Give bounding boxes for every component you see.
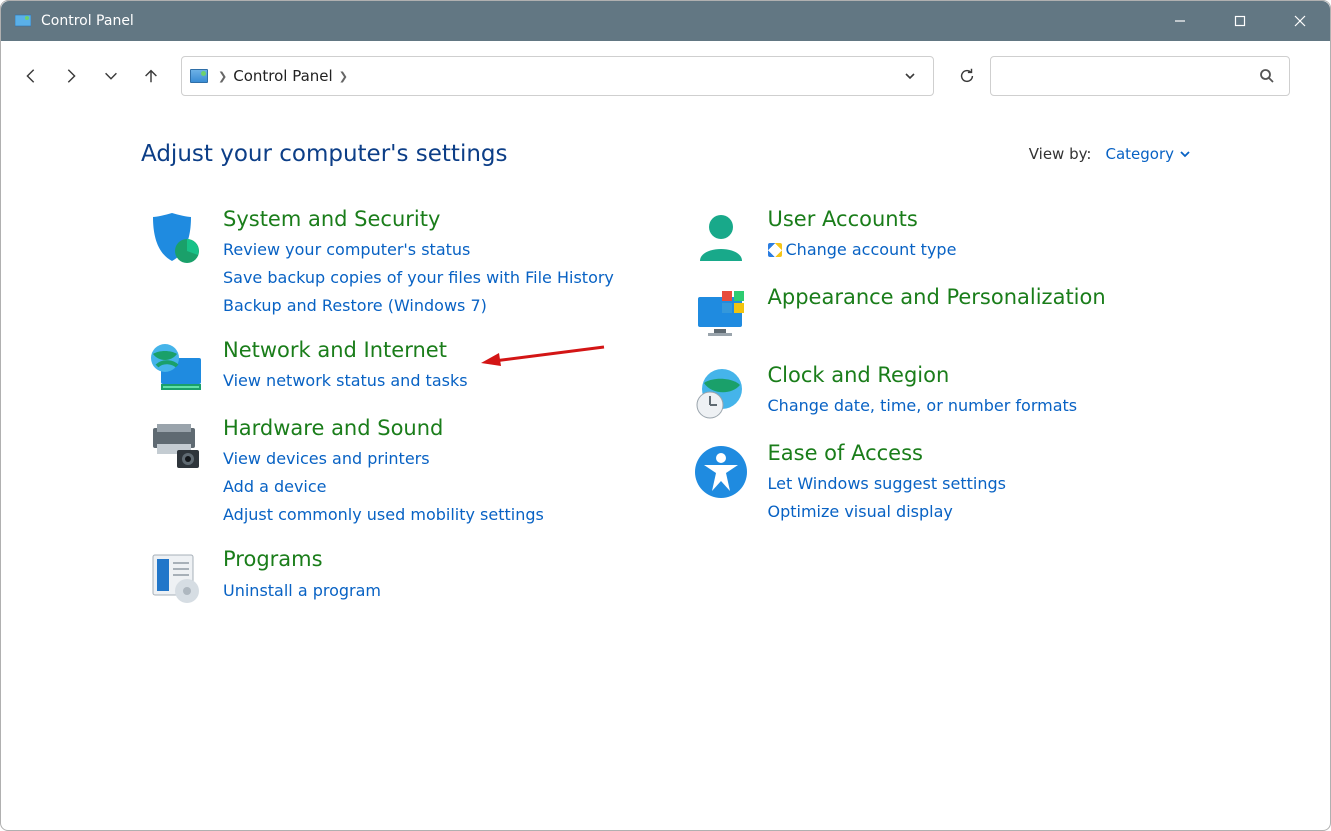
category-title[interactable]: Programs (223, 547, 646, 572)
user-icon (686, 207, 756, 267)
window-title: Control Panel (41, 13, 134, 29)
titlebar: Control Panel (1, 1, 1330, 41)
category-column-left: System and Security Review your computer… (141, 207, 646, 625)
category-clock-and-region: Clock and Region Change date, time, or n… (686, 363, 1191, 423)
category-title[interactable]: Clock and Region (768, 363, 1191, 388)
breadcrumb-separator[interactable]: ❯ (339, 70, 348, 83)
programs-icon (141, 547, 211, 607)
category-link[interactable]: View devices and printers (223, 445, 646, 473)
category-link[interactable]: View network status and tasks (223, 367, 646, 395)
category-hardware-and-sound: Hardware and Sound View devices and prin… (141, 416, 646, 529)
viewby-label: View by: (1029, 145, 1092, 163)
category-link[interactable]: Optimize visual display (768, 498, 1191, 526)
globe-monitor-icon (141, 338, 211, 398)
category-appearance-and-personalization: Appearance and Personalization (686, 285, 1191, 345)
content-area: Adjust your computer's settings View by:… (1, 111, 1330, 645)
category-link[interactable]: Review your computer's status (223, 236, 646, 264)
category-user-accounts: User Accounts Change account type (686, 207, 1191, 267)
category-network-and-internet: Network and Internet View network status… (141, 338, 646, 398)
maximize-button[interactable] (1210, 1, 1270, 41)
control-panel-icon (190, 69, 208, 83)
forward-button[interactable] (51, 56, 91, 96)
category-link[interactable]: Change account type (768, 236, 1191, 264)
category-programs: Programs Uninstall a program (141, 547, 646, 607)
category-link[interactable]: Let Windows suggest settings (768, 470, 1191, 498)
category-link[interactable]: Adjust commonly used mobility settings (223, 501, 646, 529)
close-button[interactable] (1270, 1, 1330, 41)
category-link[interactable]: Uninstall a program (223, 577, 646, 605)
globe-clock-icon (686, 363, 756, 423)
minimize-button[interactable] (1150, 1, 1210, 41)
back-button[interactable] (11, 56, 51, 96)
accessibility-icon (686, 441, 756, 501)
refresh-button[interactable] (944, 56, 990, 96)
breadcrumb-item[interactable]: Control Panel (233, 67, 332, 85)
category-title[interactable]: Network and Internet (223, 338, 646, 363)
category-title[interactable]: Hardware and Sound (223, 416, 646, 441)
page-title: Adjust your computer's settings (141, 141, 508, 167)
category-title[interactable]: System and Security (223, 207, 646, 232)
category-title[interactable]: Ease of Access (768, 441, 1191, 466)
category-ease-of-access: Ease of Access Let Windows suggest setti… (686, 441, 1191, 526)
category-link[interactable]: Change date, time, or number formats (768, 392, 1191, 420)
category-title[interactable]: User Accounts (768, 207, 1191, 232)
search-icon (1259, 68, 1275, 84)
category-column-right: User Accounts Change account type (686, 207, 1191, 625)
category-link[interactable]: Add a device (223, 473, 646, 501)
monitor-apps-icon (686, 285, 756, 345)
app-icon (15, 13, 31, 29)
up-button[interactable] (131, 56, 171, 96)
viewby-dropdown[interactable]: Category (1105, 145, 1190, 163)
viewby-value: Category (1105, 145, 1174, 163)
address-bar[interactable]: ❯ Control Panel ❯ (181, 56, 934, 96)
search-input[interactable] (990, 56, 1290, 96)
shield-icon (141, 207, 211, 267)
toolbar: ❯ Control Panel ❯ (1, 41, 1330, 111)
category-title[interactable]: Appearance and Personalization (768, 285, 1191, 310)
printer-camera-icon (141, 416, 211, 476)
category-link[interactable]: Backup and Restore (Windows 7) (223, 292, 646, 320)
recent-locations-button[interactable] (91, 56, 131, 96)
address-dropdown-button[interactable] (895, 69, 925, 83)
category-link[interactable]: Save backup copies of your files with Fi… (223, 264, 646, 292)
breadcrumb-separator: ❯ (218, 70, 227, 83)
category-system-and-security: System and Security Review your computer… (141, 207, 646, 320)
